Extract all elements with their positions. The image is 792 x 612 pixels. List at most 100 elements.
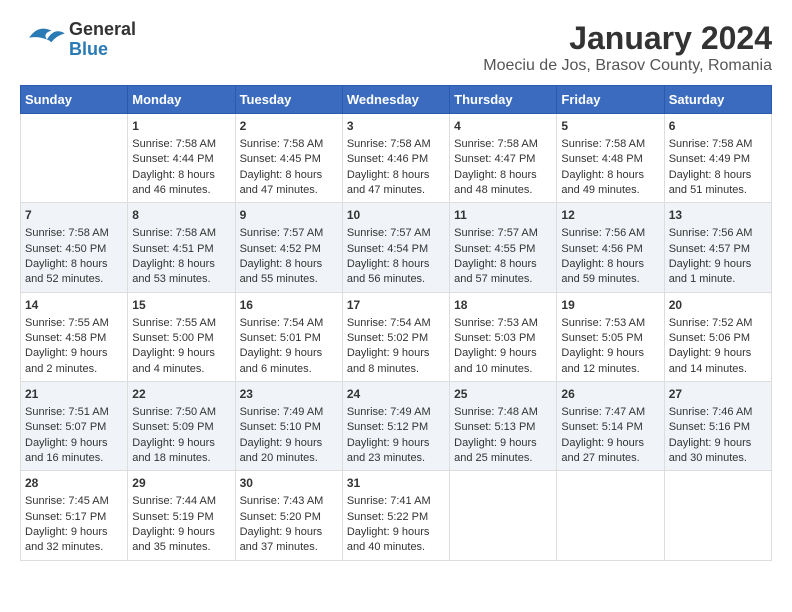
day-number: 29	[132, 475, 230, 492]
day-info: Sunset: 4:54 PM	[347, 242, 445, 257]
day-info: Daylight: 8 hours	[240, 257, 338, 272]
day-info: Sunrise: 7:44 AM	[132, 494, 230, 509]
calendar-cell: 30Sunrise: 7:43 AMSunset: 5:20 PMDayligh…	[235, 471, 342, 560]
header-day-thursday: Thursday	[450, 86, 557, 114]
calendar-table: SundayMondayTuesdayWednesdayThursdayFrid…	[20, 85, 772, 561]
day-info: Daylight: 9 hours	[561, 436, 659, 451]
day-info: and 30 minutes.	[669, 451, 767, 466]
day-info: Sunrise: 7:48 AM	[454, 405, 552, 420]
day-info: Daylight: 8 hours	[347, 168, 445, 183]
day-info: Sunrise: 7:58 AM	[132, 137, 230, 152]
day-info: Daylight: 8 hours	[454, 257, 552, 272]
day-info: Sunrise: 7:51 AM	[25, 405, 123, 420]
day-info: Sunset: 5:07 PM	[25, 420, 123, 435]
day-info: and 52 minutes.	[25, 272, 123, 287]
day-info: and 51 minutes.	[669, 183, 767, 198]
calendar-cell: 2Sunrise: 7:58 AMSunset: 4:45 PMDaylight…	[235, 114, 342, 203]
header-day-monday: Monday	[128, 86, 235, 114]
day-number: 4	[454, 118, 552, 135]
day-number: 11	[454, 207, 552, 224]
calendar-cell	[664, 471, 771, 560]
day-number: 23	[240, 386, 338, 403]
day-info: Sunrise: 7:58 AM	[25, 226, 123, 241]
day-info: Sunset: 4:51 PM	[132, 242, 230, 257]
day-info: Daylight: 8 hours	[561, 257, 659, 272]
day-info: Sunrise: 7:53 AM	[454, 316, 552, 331]
day-info: and 18 minutes.	[132, 451, 230, 466]
day-info: Sunset: 4:45 PM	[240, 152, 338, 167]
day-info: Sunrise: 7:50 AM	[132, 405, 230, 420]
day-info: Daylight: 9 hours	[132, 346, 230, 361]
calendar-cell: 5Sunrise: 7:58 AMSunset: 4:48 PMDaylight…	[557, 114, 664, 203]
day-number: 24	[347, 386, 445, 403]
day-info: Daylight: 8 hours	[132, 257, 230, 272]
day-info: Daylight: 8 hours	[25, 257, 123, 272]
page-header: General Blue January 2024 Moeciu de Jos,…	[20, 20, 772, 75]
day-info: Daylight: 9 hours	[240, 525, 338, 540]
day-info: Sunset: 4:55 PM	[454, 242, 552, 257]
day-number: 10	[347, 207, 445, 224]
week-row-5: 28Sunrise: 7:45 AMSunset: 5:17 PMDayligh…	[21, 471, 772, 560]
calendar-cell: 15Sunrise: 7:55 AMSunset: 5:00 PMDayligh…	[128, 292, 235, 381]
calendar-cell: 14Sunrise: 7:55 AMSunset: 4:58 PMDayligh…	[21, 292, 128, 381]
calendar-cell: 20Sunrise: 7:52 AMSunset: 5:06 PMDayligh…	[664, 292, 771, 381]
day-number: 31	[347, 475, 445, 492]
day-info: Daylight: 9 hours	[240, 346, 338, 361]
day-info: Sunrise: 7:49 AM	[347, 405, 445, 420]
day-info: and 12 minutes.	[561, 362, 659, 377]
day-info: Daylight: 9 hours	[454, 436, 552, 451]
day-info: Sunrise: 7:45 AM	[25, 494, 123, 509]
calendar-cell	[450, 471, 557, 560]
day-number: 27	[669, 386, 767, 403]
day-info: and 32 minutes.	[25, 540, 123, 555]
day-info: Sunrise: 7:57 AM	[347, 226, 445, 241]
day-info: Sunrise: 7:57 AM	[240, 226, 338, 241]
logo: General Blue	[20, 20, 136, 60]
day-info: Sunset: 4:58 PM	[25, 331, 123, 346]
day-number: 17	[347, 297, 445, 314]
day-info: Sunset: 5:12 PM	[347, 420, 445, 435]
day-info: Sunset: 4:48 PM	[561, 152, 659, 167]
day-info: Daylight: 9 hours	[132, 436, 230, 451]
day-info: Sunrise: 7:57 AM	[454, 226, 552, 241]
day-info: and 49 minutes.	[561, 183, 659, 198]
day-number: 19	[561, 297, 659, 314]
calendar-cell: 11 Sunrise: 7:57 AMSunset: 4:55 PMDayligh…	[450, 203, 557, 292]
day-info: and 6 minutes.	[240, 362, 338, 377]
calendar-cell: 16Sunrise: 7:54 AMSunset: 5:01 PMDayligh…	[235, 292, 342, 381]
day-info: and 40 minutes.	[347, 540, 445, 555]
day-info: Sunrise: 7:56 AM	[669, 226, 767, 241]
day-info: Sunrise: 7:55 AM	[132, 316, 230, 331]
calendar-cell: 8 Sunrise: 7:58 AMSunset: 4:51 PMDaylight…	[128, 203, 235, 292]
calendar-cell: 27Sunrise: 7:46 AMSunset: 5:16 PMDayligh…	[664, 382, 771, 471]
day-info: Daylight: 9 hours	[561, 346, 659, 361]
day-info: Sunset: 5:19 PM	[132, 510, 230, 525]
calendar-cell	[557, 471, 664, 560]
day-info: Sunrise: 7:56 AM	[561, 226, 659, 241]
day-info: Sunset: 4:50 PM	[25, 242, 123, 257]
day-info: Sunrise: 7:47 AM	[561, 405, 659, 420]
day-info: Daylight: 8 hours	[347, 257, 445, 272]
day-info: and 25 minutes.	[454, 451, 552, 466]
day-info: Sunset: 5:20 PM	[240, 510, 338, 525]
day-info: Sunset: 5:16 PM	[669, 420, 767, 435]
day-info: Sunset: 4:47 PM	[454, 152, 552, 167]
day-info: Sunset: 4:57 PM	[669, 242, 767, 257]
day-info: Sunrise: 7:58 AM	[347, 137, 445, 152]
day-info: Sunrise: 7:49 AM	[240, 405, 338, 420]
day-number: 1	[132, 118, 230, 135]
day-info: Sunset: 5:06 PM	[669, 331, 767, 346]
day-info: Daylight: 9 hours	[347, 436, 445, 451]
calendar-cell	[21, 114, 128, 203]
day-number: 16	[240, 297, 338, 314]
header-day-saturday: Saturday	[664, 86, 771, 114]
day-info: Sunrise: 7:58 AM	[240, 137, 338, 152]
day-info: and 47 minutes.	[240, 183, 338, 198]
day-number: 8	[132, 207, 230, 224]
day-info: Sunrise: 7:58 AM	[132, 226, 230, 241]
calendar-cell: 23Sunrise: 7:49 AMSunset: 5:10 PMDayligh…	[235, 382, 342, 471]
day-number: 26	[561, 386, 659, 403]
day-info: and 47 minutes.	[347, 183, 445, 198]
day-info: and 53 minutes.	[132, 272, 230, 287]
day-info: Daylight: 9 hours	[669, 436, 767, 451]
